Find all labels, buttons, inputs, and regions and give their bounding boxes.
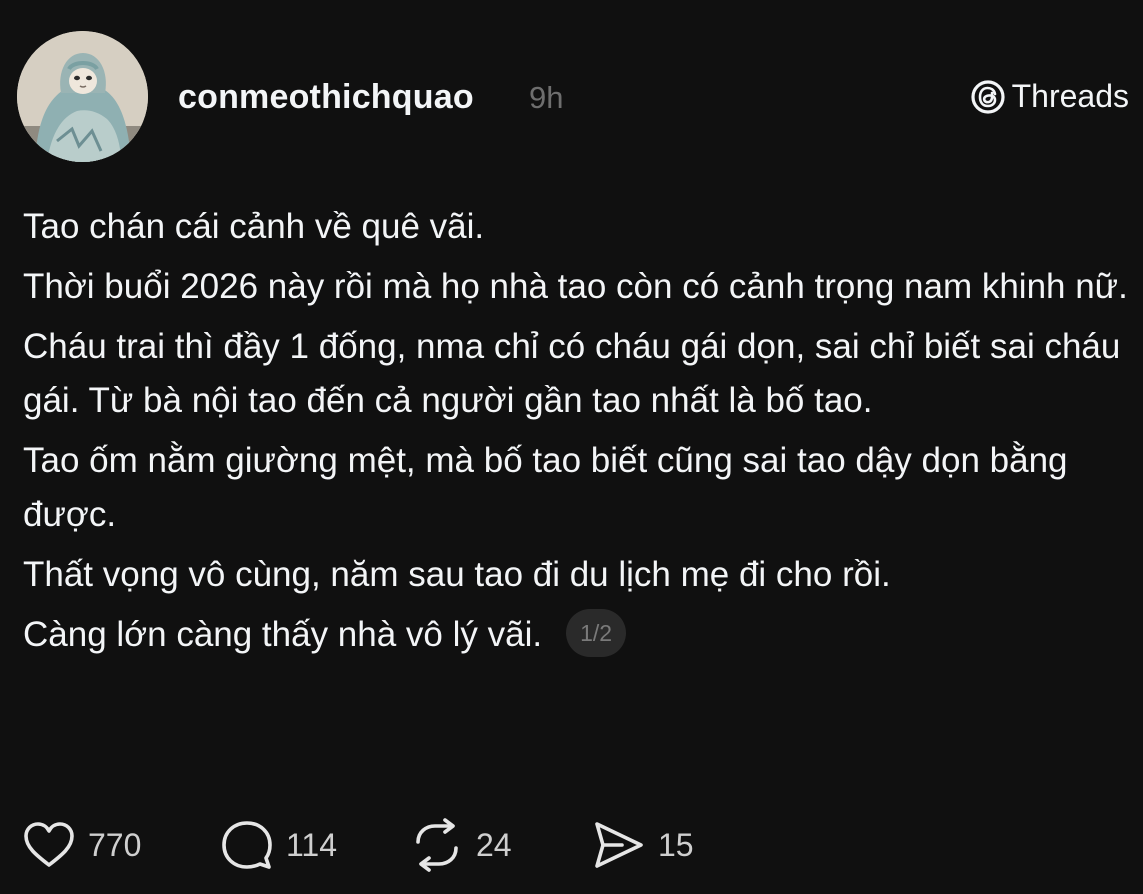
share-icon [595,822,643,868]
post-timestamp: 9h [529,80,564,115]
post-paragraph: Cháu trai thì đầy 1 đống, nma chỉ có chá… [23,327,1121,420]
reply-button[interactable]: 114 [220,818,337,872]
threads-logo-icon [971,79,1005,114]
avatar[interactable] [17,31,148,162]
page-indicator[interactable]: 1/2 [566,608,627,657]
post-paragraph-last: Càng lớn càng thấy nhà vô lý vãi. 1/2 [23,608,1135,662]
heart-icon [24,822,74,867]
username[interactable]: conmeothichquao [178,78,474,117]
repost-icon [416,818,458,872]
like-button[interactable]: 770 [22,818,141,872]
comment-icon [222,821,272,869]
avatar-cat-image [17,31,148,162]
like-count: 770 [88,826,142,863]
threads-brand-label: Threads [1011,78,1129,114]
threads-brand[interactable]: Threads [970,78,1129,115]
post-paragraph: Thời buổi 2026 này rồi mà họ nhà tao còn… [23,267,1128,306]
post-paragraph: Tao chán cái cảnh về quê vãi. [23,207,485,246]
share-button[interactable]: 15 [592,818,694,872]
share-count: 15 [658,826,694,863]
repost-button[interactable]: 24 [410,818,512,872]
post-body: Tao chán cái cảnh về quê vãi. Thời buổi … [23,200,1135,668]
repost-count: 24 [476,826,512,863]
post-paragraph: Tao ốm nằm giường mệt, mà bố tao biết cũ… [23,441,1068,534]
threads-post: conmeothichquao 9h Threads Tao chán cái … [0,0,1143,894]
reply-count: 114 [286,826,338,863]
post-paragraph: Thất vọng vô cùng, năm sau tao đi du lịc… [23,555,891,594]
post-paragraph-text: Càng lớn càng thấy nhà vô lý vãi. [23,615,543,654]
